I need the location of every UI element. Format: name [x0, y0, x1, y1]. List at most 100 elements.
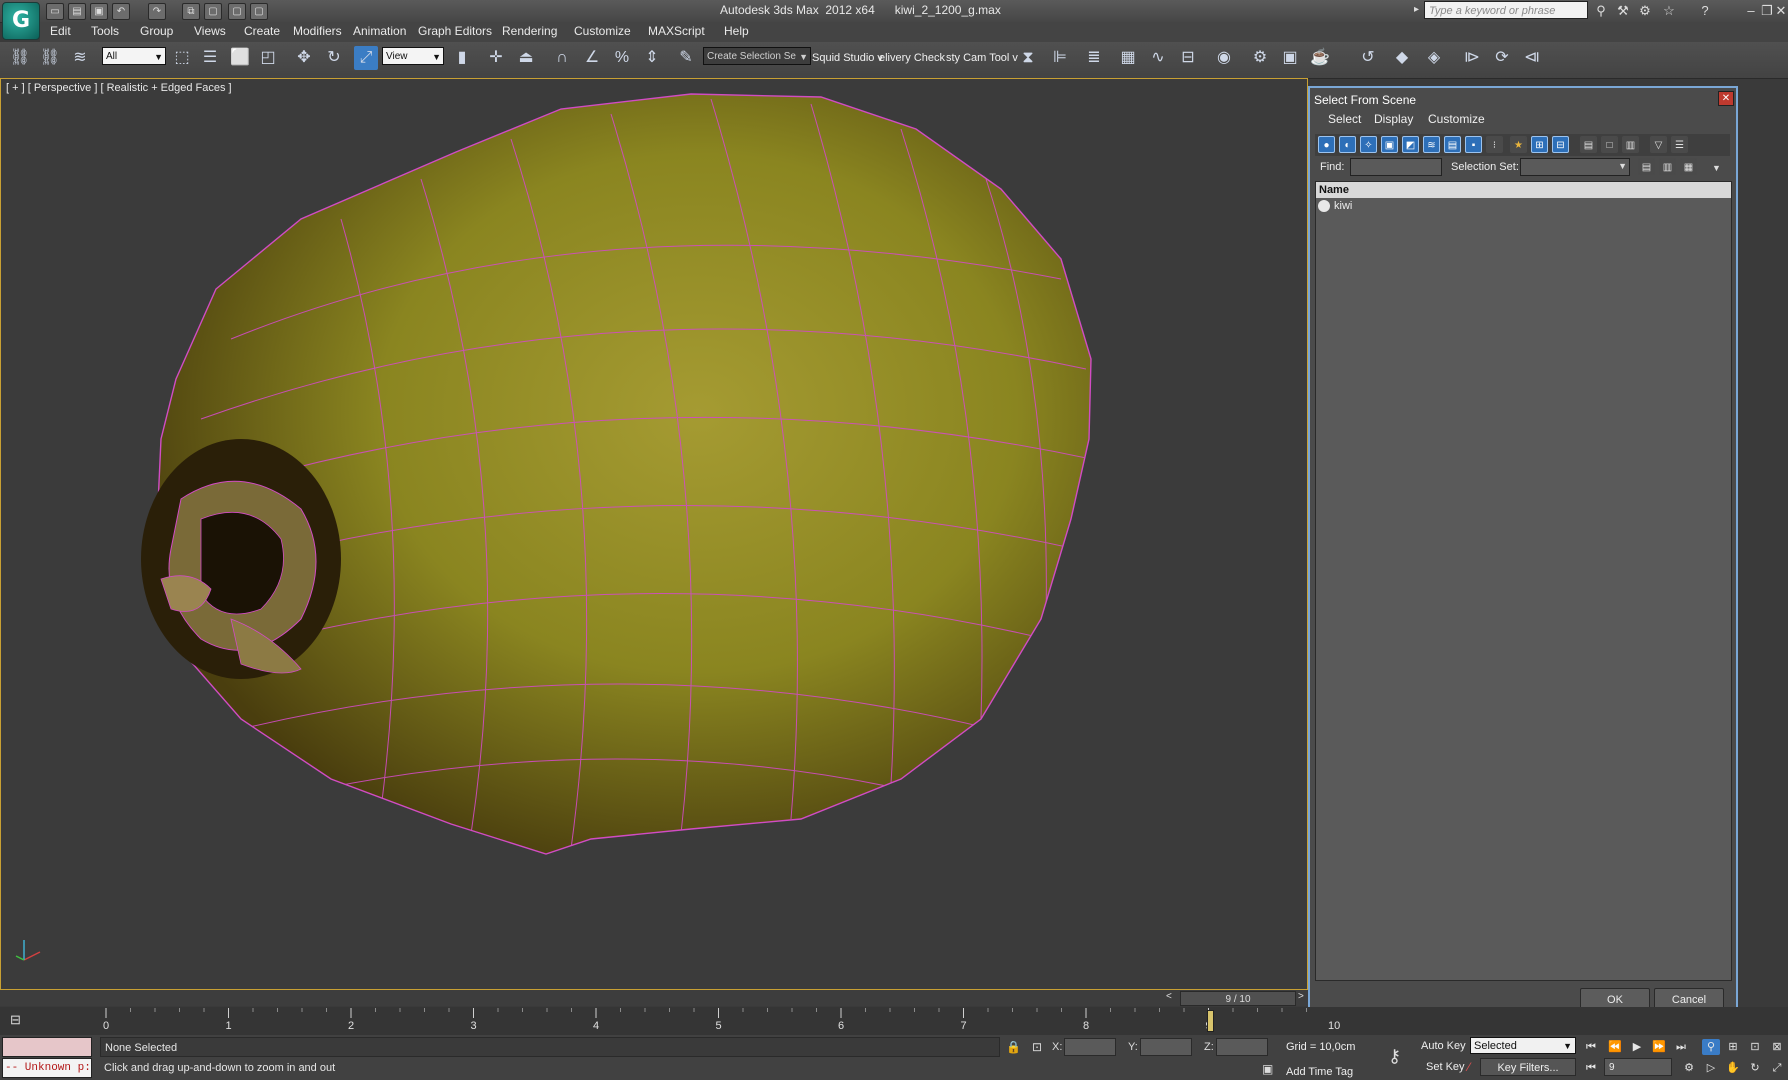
app-menu-logo-icon[interactable]: G	[2, 2, 40, 40]
plugin-squid-studio[interactable]: Squid Studio v	[812, 52, 883, 64]
menu-tools[interactable]: Tools	[91, 24, 119, 38]
go-to-end-icon[interactable]: ⏭	[1672, 1039, 1690, 1055]
plugin-tool-f-icon[interactable]: ⧏	[1520, 46, 1544, 70]
maximize-viewport-icon[interactable]: ⤢	[1768, 1060, 1786, 1076]
menu-rendering[interactable]: Rendering	[502, 24, 557, 38]
plugin-cam-tool[interactable]: sty Cam Tool v	[946, 52, 1018, 64]
mirror-icon[interactable]: ⧗	[1016, 46, 1040, 70]
filter-icon[interactable]: ▽	[1650, 136, 1667, 153]
align-icon[interactable]: ⊫	[1048, 46, 1072, 70]
viewport-label-menu[interactable]: [ + ] [ Perspective ] [ Realistic + Edge…	[6, 82, 232, 94]
plugin-delivery-check[interactable]: elivery Check	[879, 52, 945, 64]
select-none-icon[interactable]: □	[1601, 136, 1618, 153]
layer-manager-icon[interactable]: ≣	[1082, 46, 1106, 70]
menu-create[interactable]: Create	[244, 24, 280, 38]
percent-snap-icon[interactable]: %	[610, 46, 634, 70]
next-key-icon[interactable]: ⏩	[1650, 1039, 1668, 1055]
key-filters-button[interactable]: Key Filters...	[1480, 1058, 1576, 1076]
display-groups-icon[interactable]: ▤	[1444, 136, 1461, 153]
y-coordinate-field[interactable]	[1140, 1038, 1192, 1056]
rotate-icon[interactable]: ↻	[322, 46, 346, 70]
key-mode-toggle-icon[interactable]: ⏮	[1582, 1060, 1600, 1076]
display-invert-icon[interactable]: ⊟	[1552, 136, 1569, 153]
time-tag-icon[interactable]: ▣	[1262, 1062, 1273, 1076]
find-input[interactable]	[1350, 158, 1442, 176]
infocenter-search-input[interactable]: Type a keyword or phrase	[1424, 1, 1588, 19]
x-coordinate-field[interactable]	[1064, 1038, 1116, 1056]
project-folder-icon[interactable]: ▢	[228, 3, 246, 20]
go-to-start-icon[interactable]: ⏮	[1582, 1039, 1600, 1055]
lock-selection-icon[interactable]: 🔒	[1006, 1040, 1021, 1054]
subscription-icon[interactable]: ⚙	[1636, 2, 1654, 19]
menu-modifiers[interactable]: Modifiers	[293, 24, 342, 38]
undo-icon[interactable]: ↶	[112, 3, 130, 20]
menu-customize[interactable]: Customize	[574, 24, 631, 38]
list-item[interactable]: kiwi	[1318, 200, 1352, 213]
menu-help[interactable]: Help	[724, 24, 749, 38]
absolute-mode-icon[interactable]: ⊡	[1032, 1040, 1042, 1054]
close-icon[interactable]: ✕	[1718, 91, 1734, 106]
pan-view-icon[interactable]: ✋	[1724, 1060, 1742, 1076]
selection-filter-dropdown[interactable]: All ▼	[102, 47, 166, 65]
add-to-selection-set-icon[interactable]: ▥	[1659, 158, 1676, 175]
help-icon[interactable]: ?	[1696, 2, 1714, 19]
render-production-icon[interactable]: ☕	[1308, 46, 1332, 70]
snaps-toggle-icon[interactable]: ∩	[550, 46, 574, 70]
graphite-ribbon-icon[interactable]: ▦	[1116, 46, 1140, 70]
link-icon[interactable]: ⛓	[8, 46, 32, 70]
previous-frame-icon[interactable]: <	[1166, 991, 1172, 1002]
spinner-snap-icon[interactable]: ⇕	[640, 46, 664, 70]
angle-snap-icon[interactable]: ∠	[580, 46, 604, 70]
zoom-extents-icon[interactable]: ⊡	[1746, 1039, 1764, 1055]
add-time-tag[interactable]: Add Time Tag	[1286, 1066, 1353, 1078]
dialog-menu-select[interactable]: Select	[1328, 112, 1361, 126]
current-frame-marker[interactable]	[1206, 1010, 1214, 1032]
zoom-icon[interactable]: ⚲	[1702, 1039, 1720, 1055]
curve-editor-icon[interactable]: ∿	[1146, 46, 1170, 70]
display-helpers-icon[interactable]: ◩	[1402, 136, 1419, 153]
options-chevron-icon[interactable]: ▼	[1712, 163, 1721, 173]
menu-animation[interactable]: Animation	[353, 24, 406, 38]
display-bones-icon[interactable]: ⁝	[1486, 136, 1503, 153]
maxscript-listener-input[interactable]	[2, 1037, 92, 1057]
plugin-tool-e-icon[interactable]: ⟳	[1490, 46, 1514, 70]
current-frame-field[interactable]: 9	[1604, 1058, 1672, 1076]
pivot-center-icon[interactable]: ▮	[450, 46, 474, 70]
menu-maxscript[interactable]: MAXScript	[648, 24, 705, 38]
selection-set-dropdown[interactable]: ▼	[1520, 158, 1630, 176]
search-expand-icon[interactable]: ▸	[1414, 4, 1419, 15]
display-xrefs-icon[interactable]: ▪	[1465, 136, 1482, 153]
tools-icon[interactable]: ⚒	[1614, 2, 1632, 19]
material-editor-icon[interactable]: ◉	[1212, 46, 1236, 70]
new-file-icon[interactable]: ▭	[46, 3, 64, 20]
z-coordinate-field[interactable]	[1216, 1038, 1268, 1056]
menu-edit[interactable]: Edit	[50, 24, 71, 38]
mini-curve-editor-icon[interactable]: ⊟	[10, 1012, 32, 1030]
named-selection-dropdown[interactable]: Create Selection Se ▼	[703, 47, 811, 65]
plugin-tool-d-icon[interactable]: ⧐	[1460, 46, 1484, 70]
create-selection-set-icon[interactable]: ▤	[1638, 158, 1655, 175]
display-none-icon[interactable]: ⊞	[1531, 136, 1548, 153]
filter-options-icon[interactable]: ☰	[1671, 136, 1688, 153]
workspace-icon[interactable]: ▢	[250, 3, 268, 20]
select-all-icon[interactable]: ▤	[1580, 136, 1597, 153]
rendered-frame-window-icon[interactable]: ▣	[1278, 46, 1302, 70]
select-by-name-icon[interactable]: ☰	[198, 46, 222, 70]
select-object-icon[interactable]: ⬚	[170, 46, 194, 70]
unlink-icon[interactable]: ⛓	[38, 46, 62, 70]
open-file-icon[interactable]: ▤	[68, 3, 86, 20]
redo-icon[interactable]: ↷	[148, 3, 166, 20]
key-icon[interactable]: ⚷	[1388, 1046, 1401, 1067]
hold-icon[interactable]: ⧉	[182, 3, 200, 20]
schematic-view-icon[interactable]: ⊟	[1176, 46, 1200, 70]
close-window-icon[interactable]: ✕	[1772, 2, 1788, 19]
frame-counter[interactable]: 9 / 10	[1180, 991, 1296, 1006]
next-frame-icon[interactable]: >	[1298, 991, 1304, 1002]
display-all-icon[interactable]: ★	[1510, 136, 1527, 153]
reference-coordinate-dropdown[interactable]: View ▼	[382, 47, 444, 65]
previous-key-icon[interactable]: ⏪	[1606, 1039, 1624, 1055]
display-geometry-icon[interactable]: ●	[1318, 136, 1335, 153]
key-mode-dropdown[interactable]: Selected ▼	[1470, 1037, 1576, 1054]
display-space-warps-icon[interactable]: ≋	[1423, 136, 1440, 153]
field-of-view-icon[interactable]: ▷	[1702, 1060, 1720, 1076]
